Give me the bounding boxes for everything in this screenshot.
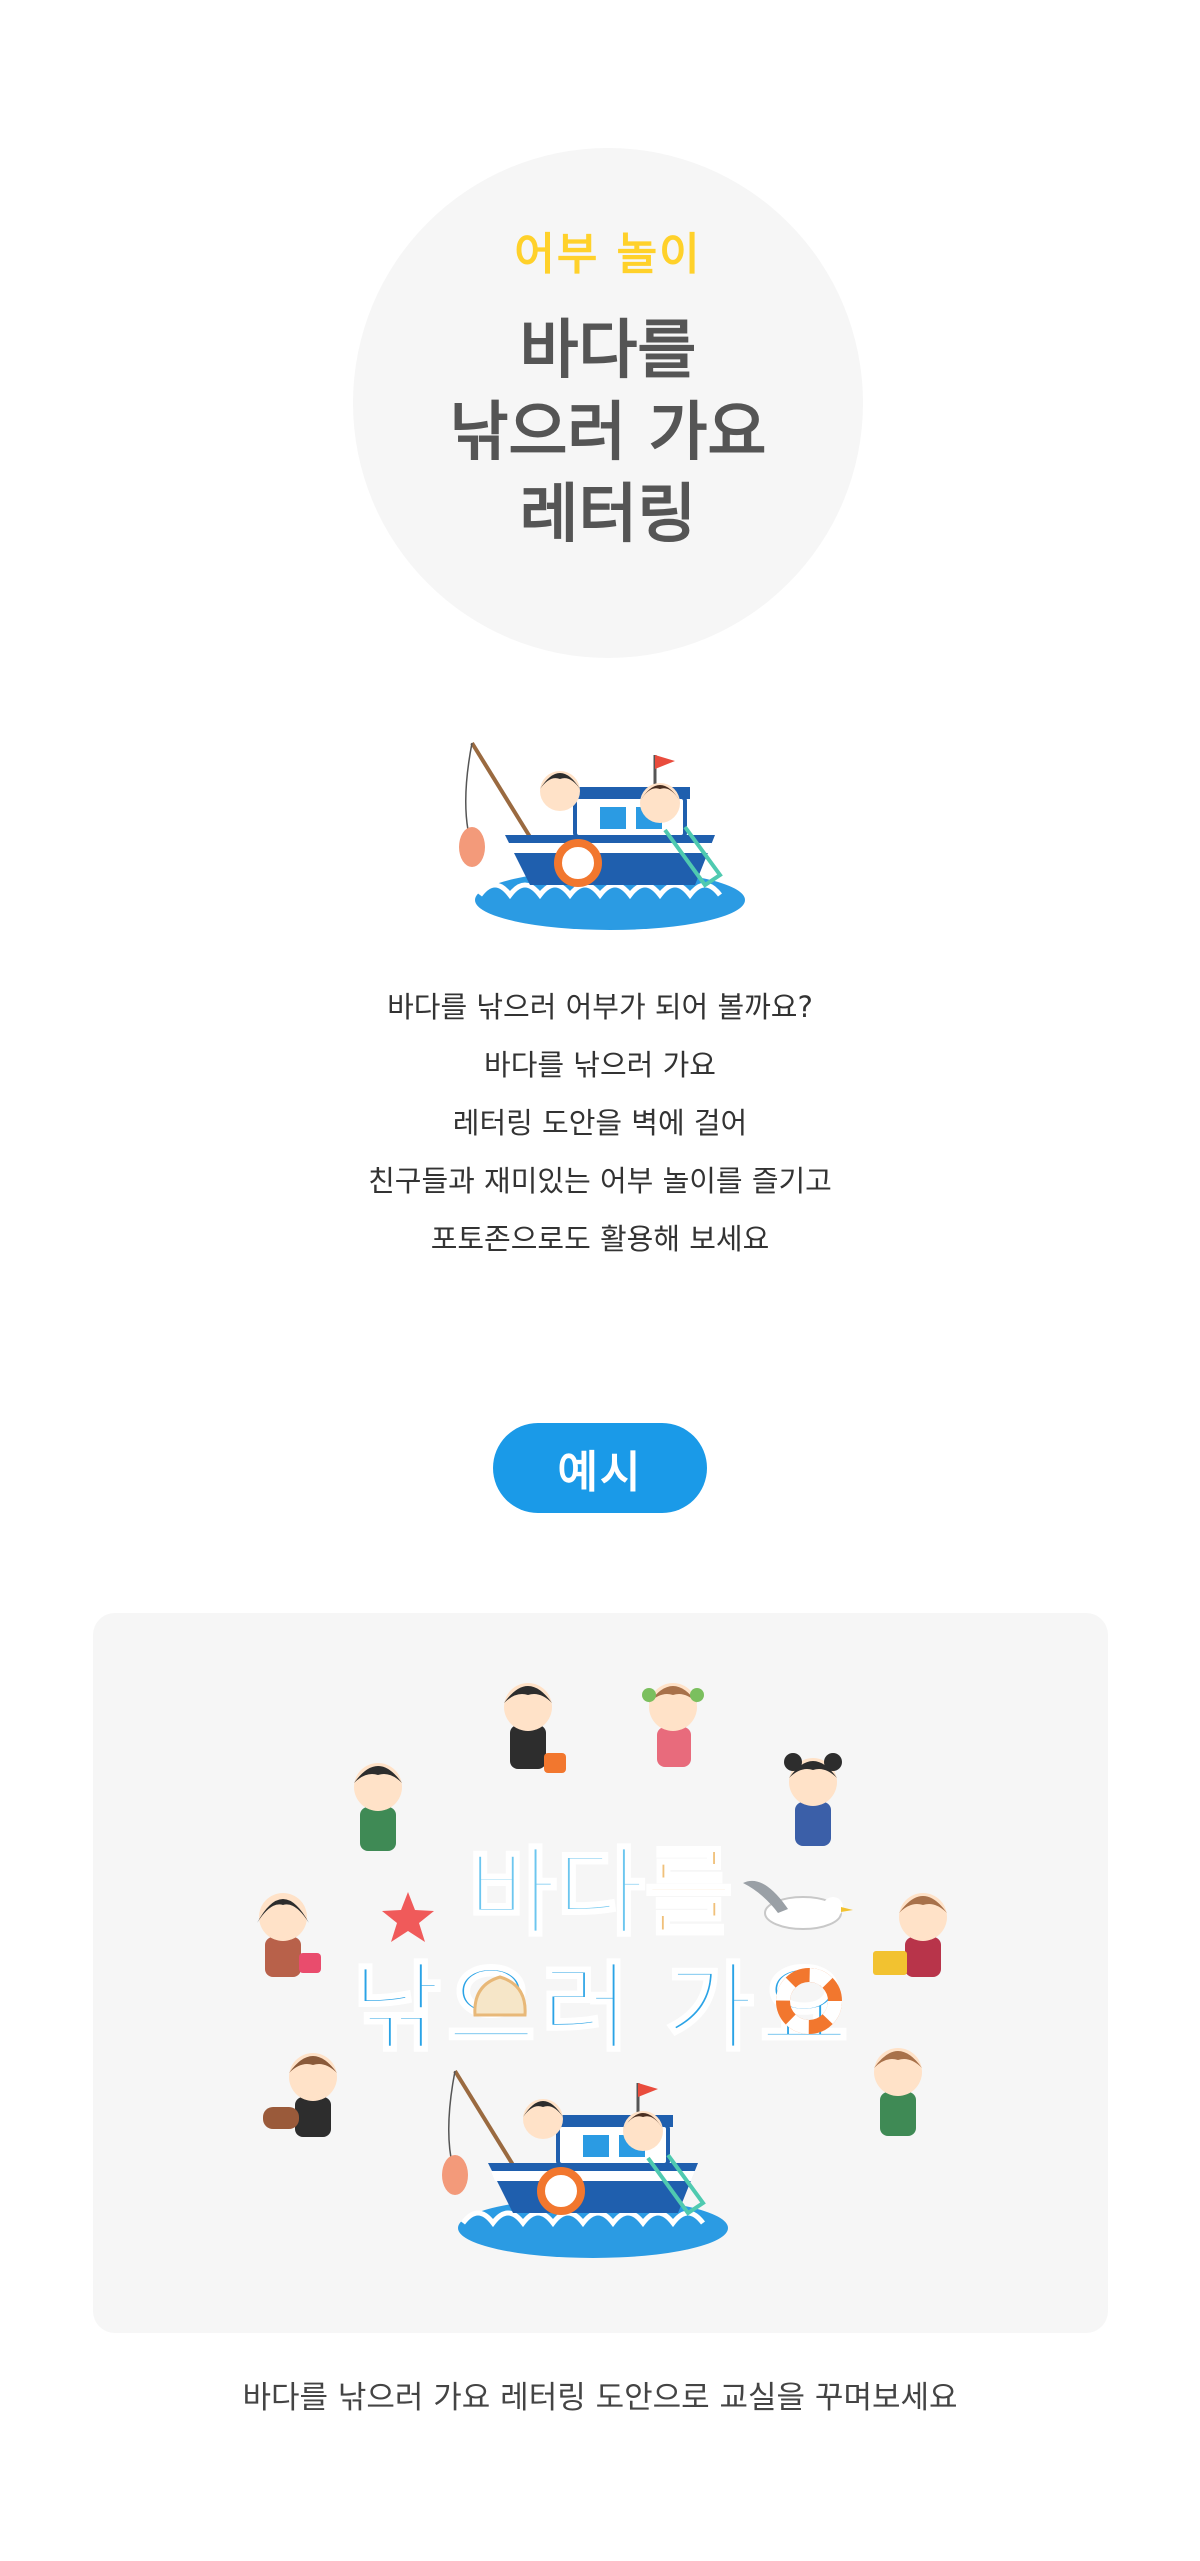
hero-title-line-3: 레터링 bbox=[519, 478, 697, 552]
boat-window bbox=[600, 807, 626, 829]
hero-circle: 어부 놀이 바다를 낚으러 가요 레터링 bbox=[353, 148, 863, 658]
lifebuoy-icon bbox=[776, 1968, 842, 2034]
fish-icon bbox=[459, 827, 485, 867]
fishing-rod bbox=[470, 741, 537, 847]
lettering-char: 바 bbox=[466, 1837, 557, 1950]
flag bbox=[655, 755, 675, 769]
lettering-char: 를 bbox=[643, 1837, 734, 1950]
lettering-line-2: 낚 으 러 가 요 bbox=[93, 1952, 1108, 2065]
lettering-char: 낚 bbox=[351, 1952, 442, 2065]
hero-title-line-2: 낚으러 가요 bbox=[449, 396, 767, 470]
example-panel: 바 다 를 낚 으 러 가 요 bbox=[93, 1613, 1108, 2333]
fishing-boat-illustration bbox=[459, 741, 745, 930]
lettering-char: 가 bbox=[664, 1952, 755, 2065]
description-line: 레터링 도안을 벽에 걸어 bbox=[452, 1106, 748, 1140]
lettering-char: 다 bbox=[555, 1837, 646, 1950]
description-block: 바다를 낚으러 어부가 되어 볼까요? 바다를 낚으러 가요 레터링 도안을 벽… bbox=[0, 978, 1200, 1268]
description-line: 포토존으로도 활용해 보세요 bbox=[430, 1222, 770, 1256]
hero-title-line-1: 바다를 bbox=[519, 314, 697, 388]
description-line: 바다를 낚으러 어부가 되어 볼까요? bbox=[387, 990, 813, 1024]
kid-figure bbox=[504, 1683, 566, 1773]
description-line: 바다를 낚으러 가요 bbox=[484, 1048, 716, 1082]
lettering-char: 러 bbox=[540, 1952, 631, 2065]
description-line: 친구들과 재미있는 어부 놀이를 즐기고 bbox=[368, 1164, 832, 1198]
scallop-shell-icon bbox=[473, 1975, 527, 2017]
lettering-line-1: 바 다 를 bbox=[93, 1837, 1108, 1950]
lifebuoy-icon bbox=[554, 839, 602, 887]
example-caption: 바다를 낚으러 가요 레터링 도안으로 교실을 꾸며보세요 bbox=[242, 2380, 958, 2416]
hero-title: 바다를 낚으러 가요 레터링 bbox=[450, 310, 767, 556]
fishing-line bbox=[465, 742, 473, 831]
example-label: 예시 bbox=[493, 1423, 707, 1513]
kid-figure bbox=[642, 1683, 704, 1767]
hero-subtitle: 어부 놀이 bbox=[514, 229, 702, 280]
fishing-boat-illustration bbox=[442, 2069, 728, 2258]
boat-hull bbox=[505, 835, 715, 885]
